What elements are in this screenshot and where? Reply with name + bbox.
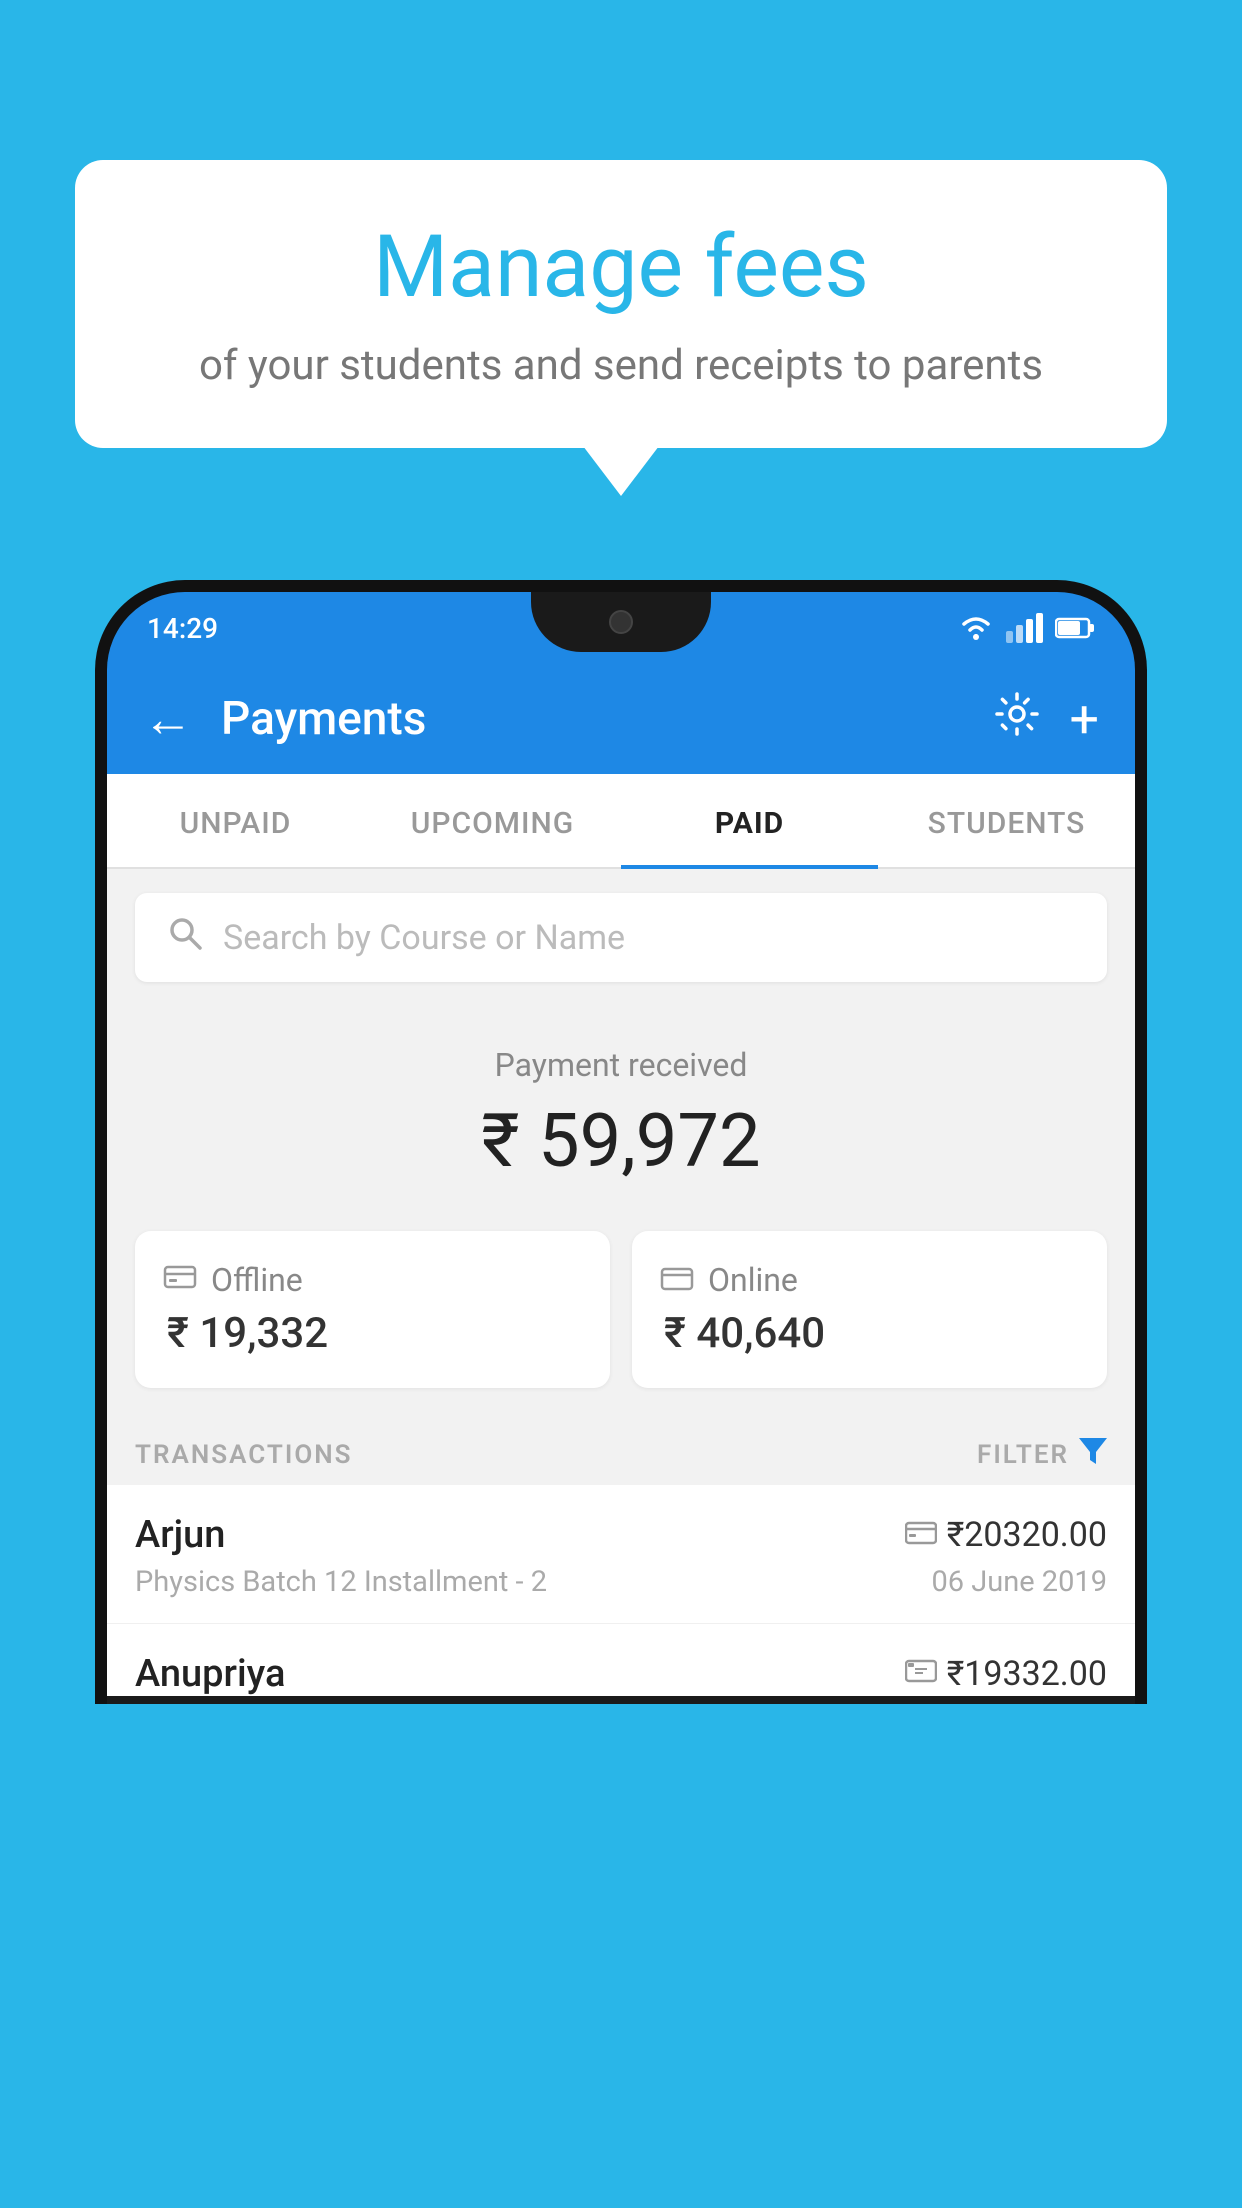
search-bar[interactable]: Search by Course or Name — [135, 893, 1107, 982]
filter-icon — [1079, 1438, 1107, 1471]
filter-button[interactable]: FILTER — [977, 1438, 1107, 1471]
tab-upcoming[interactable]: UPCOMING — [364, 774, 621, 867]
table-row[interactable]: Arjun ₹20320.00 — [107, 1485, 1135, 1624]
phone-content: Search by Course or Name Payment receive… — [107, 869, 1135, 1696]
transaction-detail: Physics Batch 12 Installment - 2 — [135, 1565, 547, 1599]
online-card-header: Online — [660, 1261, 1079, 1299]
back-button[interactable]: ← — [143, 690, 193, 749]
settings-button[interactable] — [993, 690, 1041, 749]
transaction-date: 06 June 2019 — [931, 1565, 1107, 1599]
status-icons — [958, 613, 1095, 643]
tab-students[interactable]: STUDENTS — [878, 774, 1135, 867]
speech-bubble: Manage fees of your students and send re… — [75, 160, 1167, 448]
bubble-subtitle: of your students and send receipts to pa… — [135, 339, 1107, 394]
add-button[interactable]: + — [1069, 689, 1099, 750]
offline-amount: ₹ 19,332 — [163, 1309, 582, 1358]
transaction-amount: ₹20320.00 — [947, 1515, 1107, 1555]
bubble-title: Manage fees — [135, 220, 1107, 315]
tab-paid[interactable]: PAID — [621, 774, 878, 867]
payment-amount: ₹ 59,972 — [135, 1098, 1107, 1185]
transaction-list: Arjun ₹20320.00 — [107, 1485, 1135, 1696]
search-input[interactable]: Search by Course or Name — [223, 918, 625, 958]
battery-icon — [1055, 617, 1095, 639]
payment-received-label: Payment received — [135, 1046, 1107, 1084]
camera-dot — [609, 610, 633, 634]
status-bar: 14:29 — [107, 592, 1135, 664]
app-toolbar: ← Payments + — [107, 664, 1135, 774]
transaction-row-bottom: Physics Batch 12 Installment - 2 06 June… — [135, 1565, 1107, 1599]
status-time: 14:29 — [147, 612, 218, 645]
transactions-header: TRANSACTIONS FILTER — [107, 1418, 1135, 1485]
transaction-row-top: Arjun ₹20320.00 — [135, 1513, 1107, 1557]
tabs-bar: UNPAID UPCOMING PAID STUDENTS — [107, 774, 1135, 869]
online-card: Online ₹ 40,640 — [632, 1231, 1107, 1388]
transaction-row-top: Anupriya ₹19332.00 — [135, 1652, 1107, 1696]
transaction-name: Anupriya — [135, 1652, 285, 1696]
payment-received-section: Payment received ₹ 59,972 — [107, 1006, 1135, 1215]
online-amount: ₹ 40,640 — [660, 1309, 1079, 1358]
offline-card: Offline ₹ 19,332 — [135, 1231, 610, 1388]
search-icon — [167, 915, 203, 960]
speech-bubble-container: Manage fees of your students and send re… — [75, 160, 1167, 448]
transaction-amount: ₹19332.00 — [947, 1654, 1107, 1694]
online-icon — [660, 1261, 694, 1299]
filter-label: FILTER — [977, 1440, 1069, 1470]
search-container: Search by Course or Name — [107, 869, 1135, 1006]
transaction-amount-wrap: ₹19332.00 — [905, 1654, 1107, 1694]
cash-payment-icon — [905, 1657, 937, 1692]
transaction-amount-wrap: ₹20320.00 — [905, 1515, 1107, 1555]
payment-cards: Offline ₹ 19,332 Online ₹ 4 — [107, 1215, 1135, 1418]
online-label: Online — [708, 1261, 798, 1299]
phone-notch — [531, 592, 711, 652]
wifi-icon — [958, 614, 994, 642]
transactions-label: TRANSACTIONS — [135, 1440, 353, 1470]
transaction-name: Arjun — [135, 1513, 225, 1557]
card-payment-icon — [905, 1519, 937, 1552]
phone-frame: 14:29 — [95, 580, 1147, 1704]
signal-bars-icon — [1006, 613, 1043, 643]
tab-unpaid[interactable]: UNPAID — [107, 774, 364, 867]
table-row[interactable]: Anupriya ₹19332.00 — [107, 1624, 1135, 1696]
offline-card-header: Offline — [163, 1261, 582, 1299]
phone-container: 14:29 — [95, 580, 1147, 2208]
toolbar-title: Payments — [221, 692, 965, 746]
offline-label: Offline — [211, 1261, 303, 1299]
offline-icon — [163, 1261, 197, 1299]
